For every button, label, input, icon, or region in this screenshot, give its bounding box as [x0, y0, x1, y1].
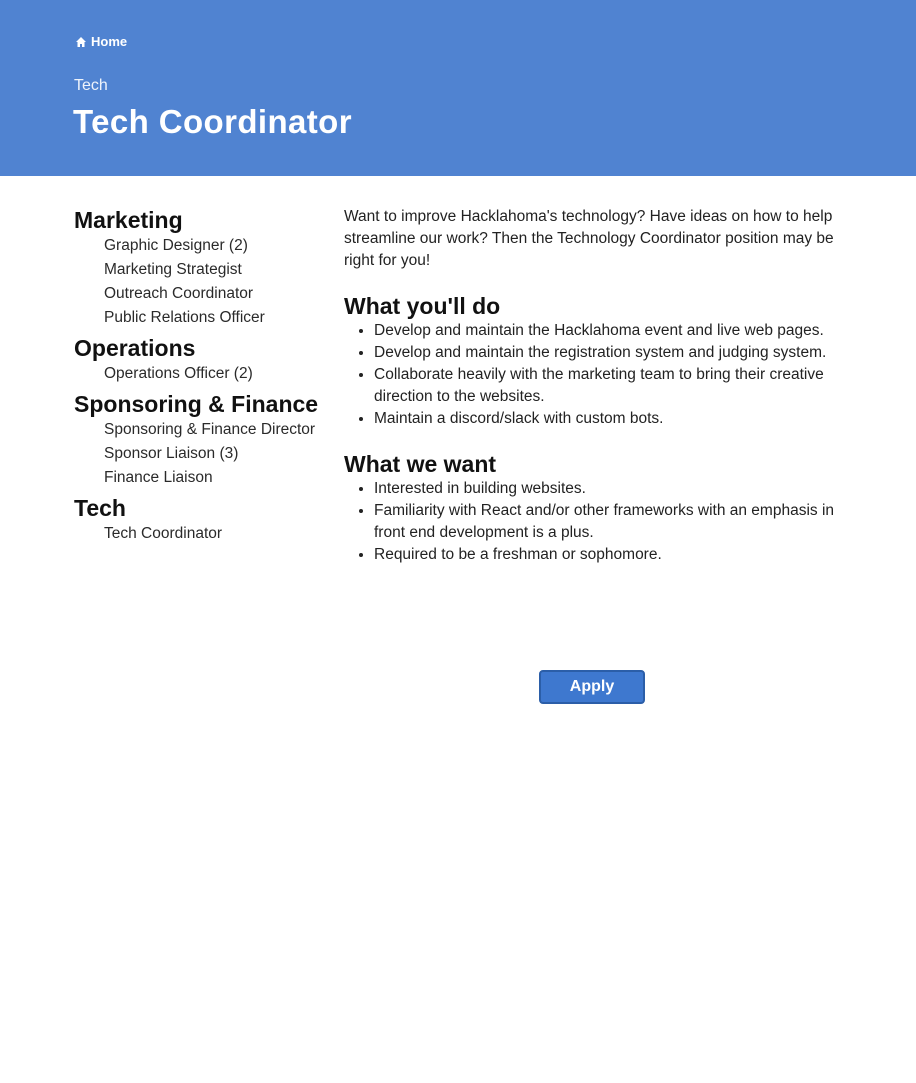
- sidebar-group-operations: Operations Operations Officer (2): [74, 334, 334, 386]
- list-item: Interested in building websites.: [374, 478, 842, 500]
- sidebar-item-sponsor-liaison[interactable]: Sponsor Liaison (3): [104, 442, 334, 466]
- home-link[interactable]: Home: [75, 34, 127, 49]
- positions-sidebar: Marketing Graphic Designer (2) Marketing…: [74, 206, 334, 550]
- requirements-list: Interested in building websites. Familia…: [344, 478, 842, 566]
- sidebar-item-graphic-designer[interactable]: Graphic Designer (2): [104, 234, 334, 258]
- list-item: Develop and maintain the Hacklahoma even…: [374, 320, 842, 342]
- section-title-what-youll-do: What you'll do: [344, 293, 501, 319]
- section-title-what-we-want: What we want: [344, 451, 497, 477]
- sidebar-group-title: Tech: [74, 495, 126, 521]
- sidebar-item-finance-liaison[interactable]: Finance Liaison: [104, 466, 334, 490]
- list-item: Collaborate heavily with the marketing t…: [374, 364, 842, 408]
- list-item: Develop and maintain the registration sy…: [374, 342, 842, 364]
- position-description: Want to improve Hacklahoma's technology?…: [344, 206, 842, 566]
- sidebar-item-sponsoring-finance-director[interactable]: Sponsoring & Finance Director: [104, 418, 334, 442]
- duties-list: Develop and maintain the Hacklahoma even…: [344, 320, 842, 430]
- breadcrumb-category: Tech: [74, 77, 108, 94]
- home-icon: [75, 36, 87, 48]
- sidebar-group-marketing: Marketing Graphic Designer (2) Marketing…: [74, 206, 334, 330]
- page-header: Home Tech Tech Coordinator: [0, 0, 916, 176]
- sidebar-group-tech: Tech Tech Coordinator: [74, 494, 334, 546]
- intro-text: Want to improve Hacklahoma's technology?…: [344, 208, 834, 269]
- sidebar-item-marketing-strategist[interactable]: Marketing Strategist: [104, 258, 334, 282]
- apply-button[interactable]: Apply: [539, 670, 645, 704]
- sidebar-item-tech-coordinator[interactable]: Tech Coordinator: [104, 522, 334, 546]
- sidebar-item-public-relations-officer[interactable]: Public Relations Officer: [104, 306, 334, 330]
- sidebar-group-title: Sponsoring & Finance: [74, 391, 319, 417]
- list-item: Required to be a freshman or sophomore.: [374, 544, 842, 566]
- sidebar-group-title: Marketing: [74, 207, 183, 233]
- home-link-label: Home: [91, 34, 128, 49]
- list-item: Familiarity with React and/or other fram…: [374, 500, 842, 544]
- sidebar-item-outreach-coordinator[interactable]: Outreach Coordinator: [104, 282, 334, 306]
- sidebar-group-title: Operations: [74, 335, 196, 361]
- sidebar-group-sponsoring-finance: Sponsoring & Finance Sponsoring & Financ…: [74, 390, 334, 490]
- list-item: Maintain a discord/slack with custom bot…: [374, 408, 842, 430]
- sidebar-item-operations-officer[interactable]: Operations Officer (2): [104, 362, 334, 386]
- page-title: Tech Coordinator: [73, 103, 352, 140]
